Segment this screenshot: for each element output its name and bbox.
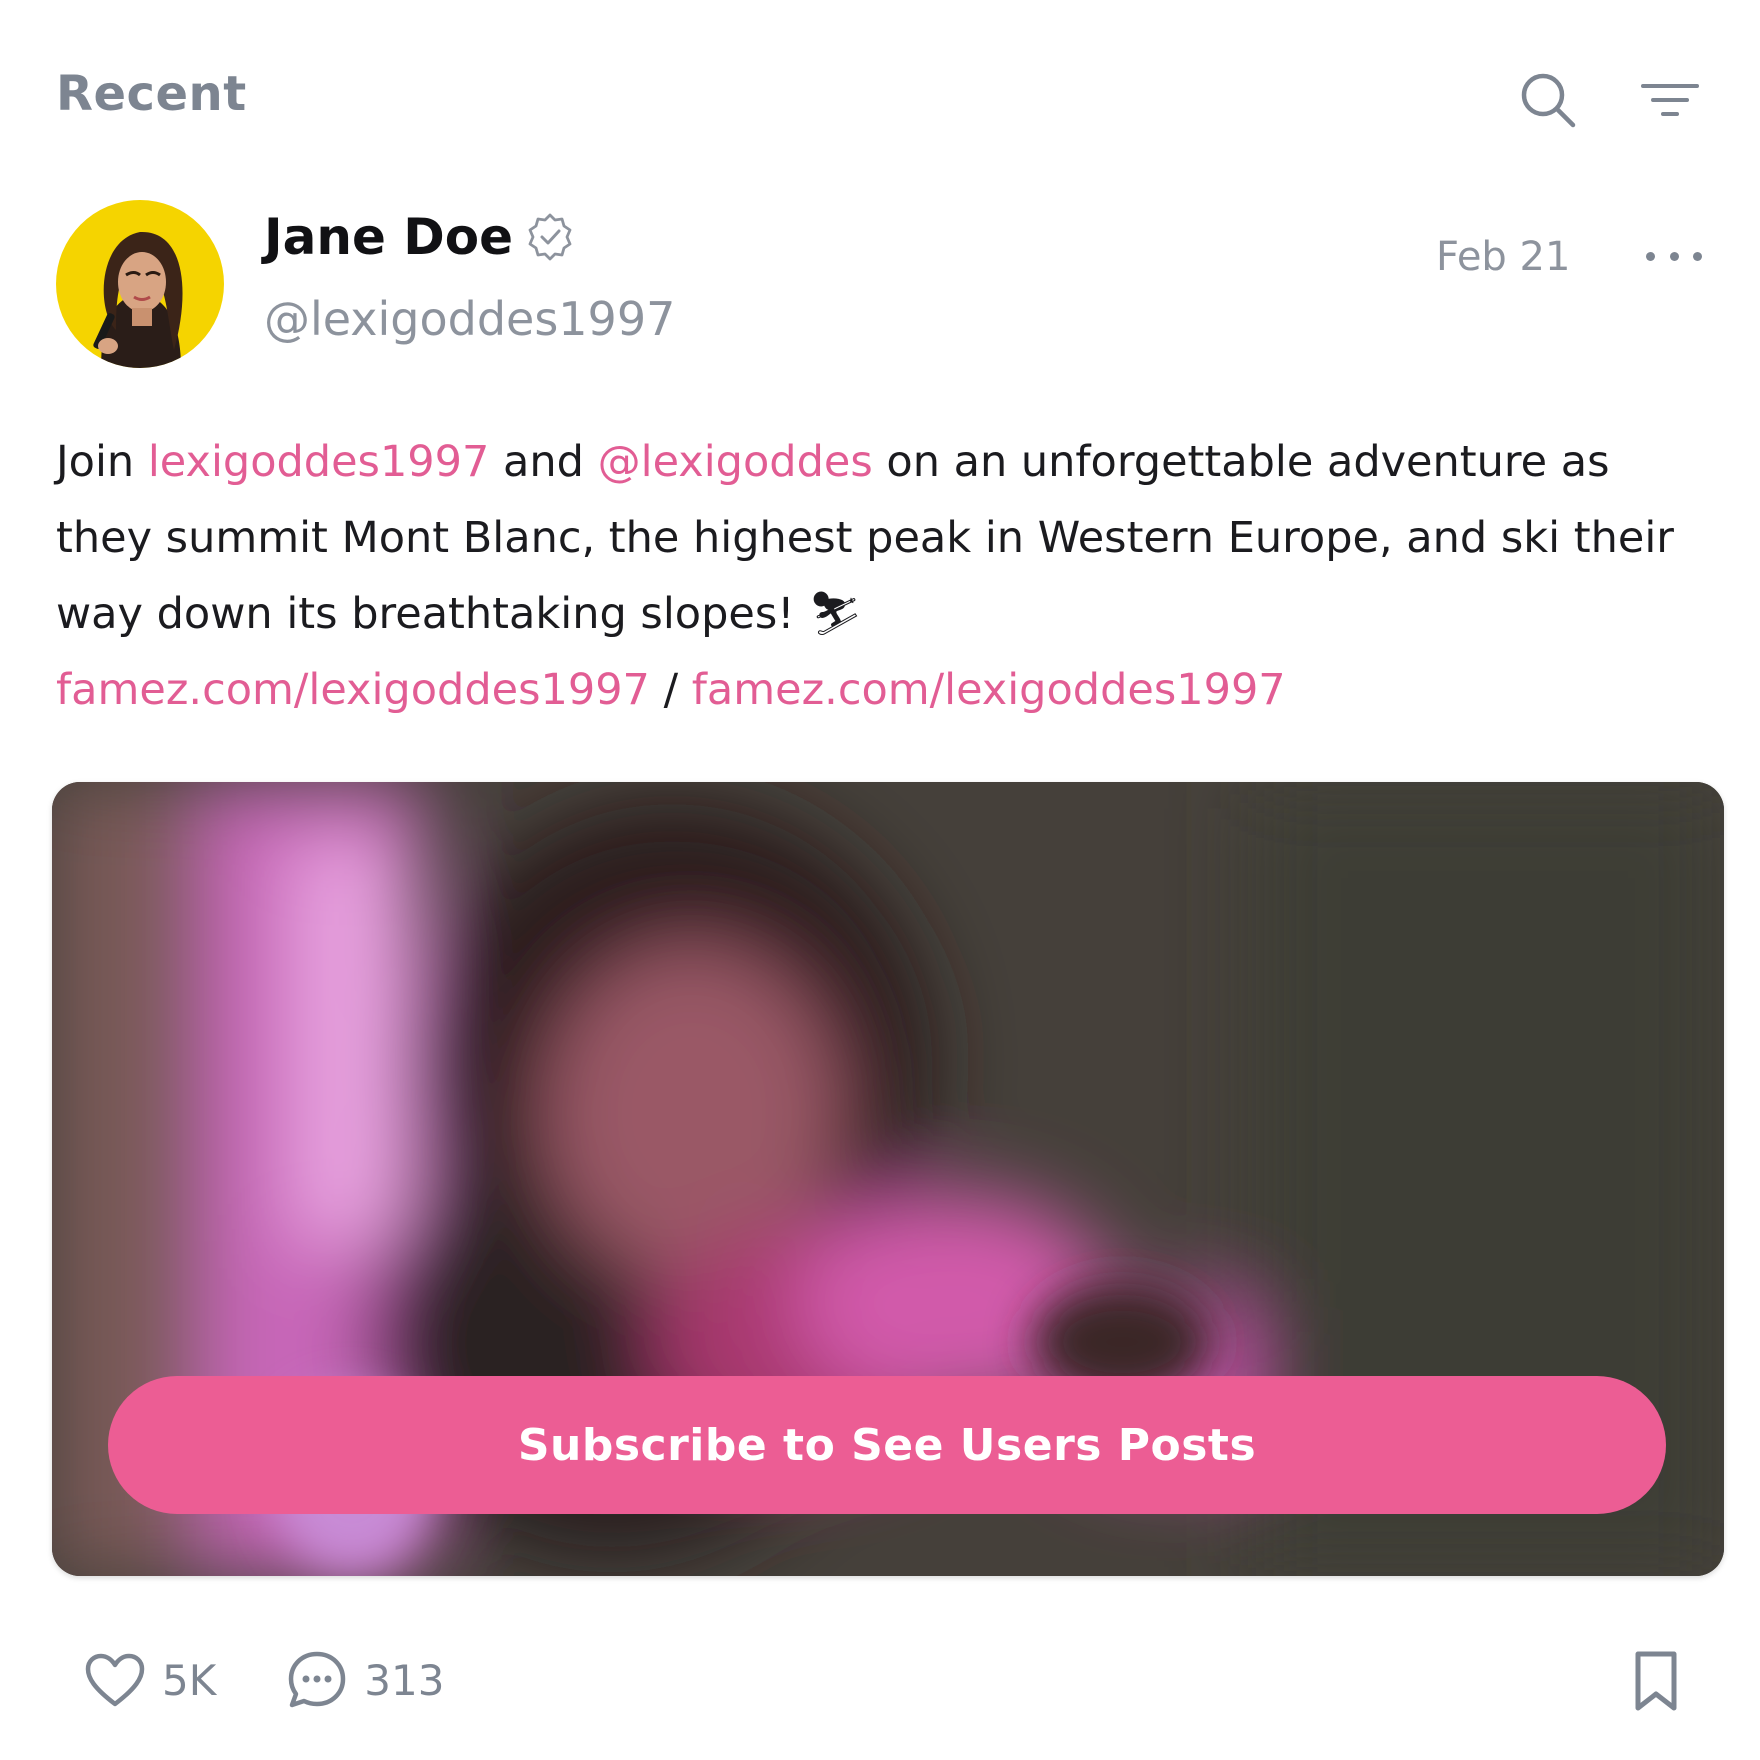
verified-badge-icon [528,213,572,261]
author-name[interactable]: Jane Doe [264,208,575,266]
like-count: 5K [162,1655,217,1705]
bookmark-button[interactable] [1632,1650,1680,1714]
post-text: and [489,437,598,487]
post-date: Feb 21 [1436,234,1571,280]
url-link[interactable]: famez.com/lexigoddes1997 [56,665,650,715]
filter-icon [1641,84,1699,116]
skier-emoji: ⛷ [808,589,863,639]
author-name-text: Jane Doe [264,208,514,266]
more-dot-icon [1693,251,1702,261]
more-options-button[interactable] [1646,236,1702,276]
comment-count: 313 [364,1655,445,1705]
like-button[interactable]: 5K [84,1652,216,1708]
heart-icon [85,1653,145,1707]
url-separator: / [649,665,692,715]
url-link[interactable]: famez.com/lexigoddes1997 [692,665,1286,715]
post-actions: 5K 313 [84,1640,514,1720]
author-handle[interactable]: @lexigoddes1997 [264,292,675,346]
more-dot-icon [1669,251,1679,261]
bookmark-icon [1635,1651,1677,1711]
filter-button[interactable] [1630,70,1710,130]
comment-button[interactable]: 313 [286,1649,444,1711]
mention-link[interactable]: @lexigoddes [598,437,873,487]
more-dot-icon [1646,251,1655,261]
locked-media[interactable]: Subscribe to See Users Posts [52,782,1724,1576]
header-title: Recent [56,66,247,122]
avatar[interactable] [56,200,224,368]
avatar-image [56,200,224,368]
search-icon [1521,73,1576,128]
mention-link[interactable]: lexigoddes1997 [148,437,490,487]
comment-icon [289,1651,346,1708]
search-button[interactable] [1512,64,1584,136]
subscribe-button[interactable]: Subscribe to See Users Posts [108,1376,1666,1514]
post-body: Join lexigoddes1997 and @lexigoddes on a… [56,424,1696,728]
post-text: Join [56,437,148,487]
